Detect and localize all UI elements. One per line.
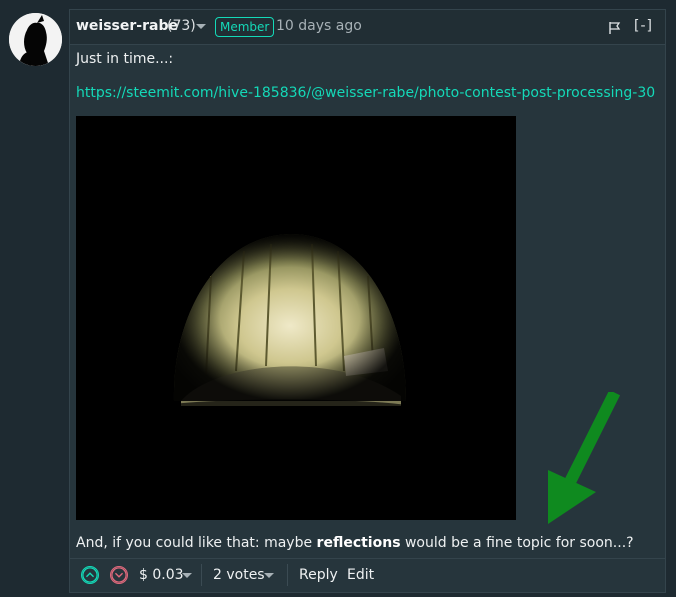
author-reputation: (73) [167,18,196,34]
comment-header: weisser-rabe (73) Member 10 days ago [-] [70,10,665,45]
divider [201,564,202,586]
flag-icon[interactable] [608,21,622,35]
votes-caret-icon[interactable] [264,573,274,578]
comment-text-line: And, if you could like that: maybe refle… [76,535,634,551]
comment-timestamp[interactable]: 10 days ago [276,18,362,34]
author-name[interactable]: weisser-rabe [76,18,178,34]
collapse-toggle[interactable]: [-] [634,18,653,34]
edit-button[interactable]: Edit [347,567,374,583]
avatar[interactable] [9,13,62,66]
reply-button[interactable]: Reply [299,567,338,583]
comment-footer: $ 0.03 2 votes Reply Edit [70,558,665,595]
text-segment: would be a fine topic for soon...? [400,535,634,551]
tunnel-photo [76,116,516,520]
green-arrow-annotation [548,392,620,524]
tunnel-photo-graphic [76,116,516,520]
author-menu-caret-icon[interactable] [196,24,206,29]
downvote-icon[interactable] [110,566,128,584]
payout-caret-icon[interactable] [182,573,192,578]
payout-amount[interactable]: $ 0.03 [139,567,184,583]
avatar-silhouette [9,13,62,66]
member-badge: Member [215,17,275,37]
post-link[interactable]: https://steemit.com/hive-185836/@weisser… [76,85,655,101]
divider [287,564,288,586]
votes-count[interactable]: 2 votes [213,567,265,583]
comment-text-line: Just in time...: [76,51,174,67]
text-bold-segment: reflections [316,535,401,551]
upvote-icon[interactable] [81,566,99,584]
text-segment: And, if you could like that: maybe [76,535,317,551]
